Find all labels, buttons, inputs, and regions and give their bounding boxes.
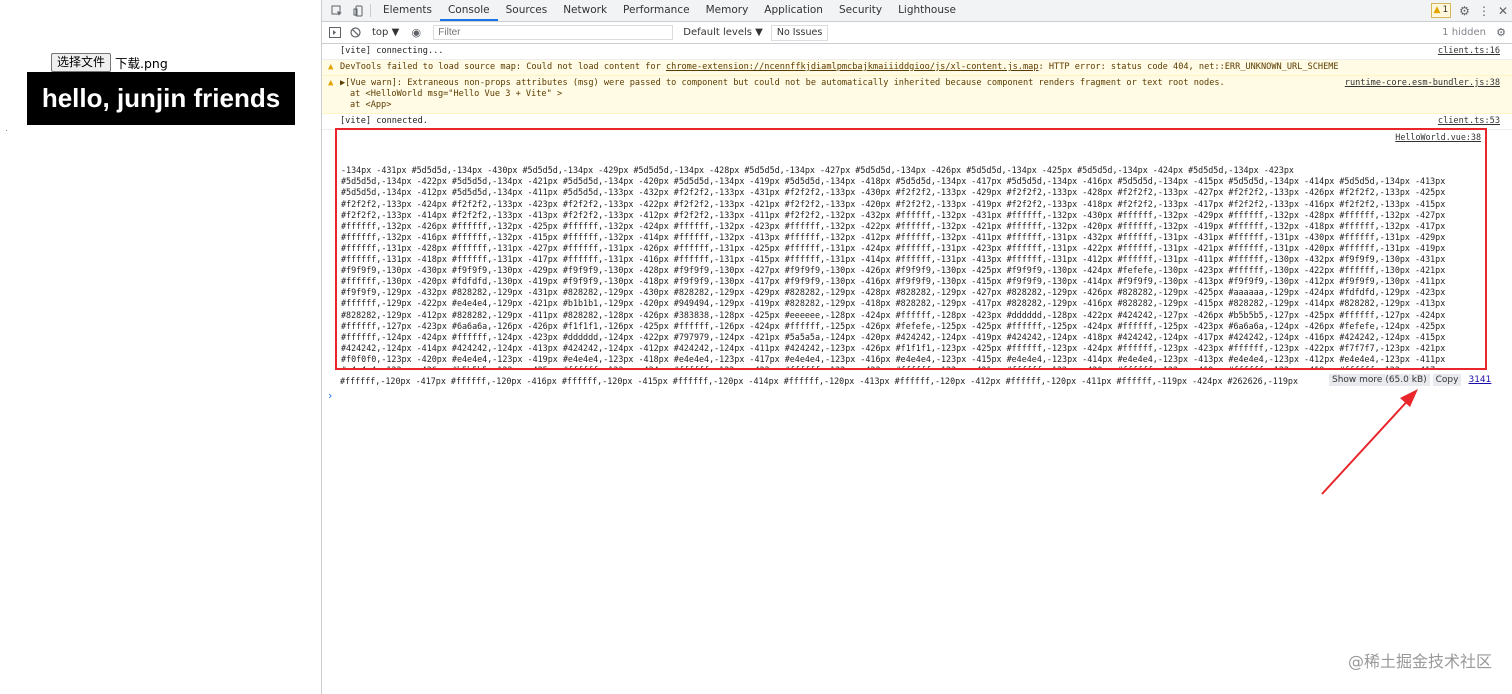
dump-line: #f0f0f0,-123px -420px #e4e4e4,-123px -41… bbox=[341, 353, 1446, 364]
truncation-actions: Show more (65.0 kB) Copy 3141 bbox=[1329, 374, 1491, 386]
dump-line: #ffffff,-132px -426px #ffffff,-132px -42… bbox=[341, 220, 1446, 231]
dump-line: #828282,-129px -412px #828282,-129px -41… bbox=[341, 309, 1446, 320]
dump-line: #ffffff,-131px -418px #ffffff,-131px -41… bbox=[341, 254, 1446, 265]
console-settings-gear-icon[interactable]: ⚙ bbox=[1496, 26, 1506, 39]
dump-line: #ffffff,-132px -416px #ffffff,-132px -41… bbox=[341, 231, 1446, 242]
issues-button[interactable]: No Issues bbox=[770, 24, 829, 41]
hidden-messages-count: 1 hidden bbox=[1442, 27, 1486, 38]
hero-text: hello, junjin friends bbox=[41, 83, 281, 113]
show-more-button[interactable]: Show more (65.0 kB) bbox=[1329, 374, 1430, 386]
tab-console[interactable]: Console bbox=[439, 0, 498, 21]
tab-performance[interactable]: Performance bbox=[615, 0, 698, 21]
dump-line: #f2f2f2,-133px -424px #f2f2f2,-133px -42… bbox=[341, 198, 1446, 209]
source-link[interactable]: client.ts:16 bbox=[1438, 46, 1500, 57]
console-filterbar: top ▼ ◉ Default levels ▼ No Issues 1 hid… bbox=[322, 22, 1512, 44]
console-log-connecting: [vite] connecting... client.ts:16 bbox=[322, 44, 1512, 60]
dump-line: #e4e4e4,-122px -426px #b5b5b5,-122px -42… bbox=[341, 364, 1446, 370]
page-viewport: 选择文件 下载.png hello, junjin friends bbox=[0, 0, 321, 694]
clear-console-icon[interactable] bbox=[348, 26, 362, 40]
devtools-tabbar: Elements Console Sources Network Perform… bbox=[322, 0, 1512, 22]
dump-line: #424242,-124px -414px #424242,-124px -41… bbox=[341, 342, 1446, 353]
warnings-badge[interactable]: ▲ 1 bbox=[1430, 3, 1452, 18]
tab-lighthouse[interactable]: Lighthouse bbox=[890, 0, 964, 21]
tab-elements[interactable]: Elements bbox=[375, 0, 440, 21]
source-link[interactable]: HelloWorld.vue:38 bbox=[1395, 132, 1481, 144]
dump-line: #5d5d5d,-134px -412px #5d5d5d,-134px -41… bbox=[341, 187, 1446, 198]
choose-file-button[interactable]: 选择文件 bbox=[51, 53, 112, 72]
tab-application[interactable]: Application bbox=[756, 0, 831, 21]
hero-banner: hello, junjin friends bbox=[27, 72, 295, 125]
vue-warn-line3: at <App> bbox=[350, 100, 392, 110]
file-picker: 选择文件 下载.png bbox=[51, 53, 168, 72]
inspect-element-icon[interactable] bbox=[330, 4, 344, 18]
context-selector[interactable]: top ▼ bbox=[372, 27, 399, 38]
dump-line: #f9f9f9,-130px -430px #f9f9f9,-130px -42… bbox=[341, 265, 1446, 276]
dump-line: #f2f2f2,-133px -414px #f2f2f2,-133px -41… bbox=[341, 209, 1446, 220]
console-prompt-icon[interactable]: › bbox=[328, 389, 332, 402]
selected-file-name: 下载.png bbox=[115, 56, 168, 71]
tab-sources[interactable]: Sources bbox=[498, 0, 556, 21]
device-toolbar-icon[interactable] bbox=[352, 4, 366, 18]
log-text: [vite] connecting... bbox=[340, 46, 444, 56]
stray-pixel bbox=[6, 130, 7, 131]
dump-lines: -134px -431px #5d5d5d,-134px -430px #5d5… bbox=[341, 165, 1481, 370]
vue-warn-line1: ▶[Vue warn]: Extraneous non-props attrib… bbox=[340, 78, 1225, 88]
close-icon[interactable]: ✕ bbox=[1498, 4, 1508, 18]
tab-memory[interactable]: Memory bbox=[698, 0, 757, 21]
warnings-count: 1 bbox=[1442, 5, 1449, 15]
extension-url-link[interactable]: chrome-extension://ncennffkjdiamlpmcbajk… bbox=[666, 62, 1039, 72]
warning-text-post: : HTTP error: status code 404, net::ERR_… bbox=[1038, 62, 1339, 72]
tab-security[interactable]: Security bbox=[831, 0, 890, 21]
source-link[interactable]: runtime-core.esm-bundler.js:38 bbox=[1345, 78, 1500, 89]
settings-gear-icon[interactable]: ⚙ bbox=[1459, 4, 1470, 18]
filter-input[interactable] bbox=[433, 25, 674, 40]
console-warning-vue[interactable]: ▲ ▶[Vue warn]: Extraneous non-props attr… bbox=[322, 76, 1512, 114]
vue-warn-line2: at <HelloWorld msg="Hello Vue 3 + Vite" … bbox=[350, 89, 563, 99]
dump-line: -134px -431px #5d5d5d,-134px -430px #5d5… bbox=[341, 165, 1294, 176]
dump-line: #ffffff,-130px -420px #fdfdfd,-130px -41… bbox=[341, 276, 1446, 287]
console-messages: [vite] connecting... client.ts:16 ▲ DevT… bbox=[322, 44, 1512, 130]
log-text: [vite] connected. bbox=[340, 116, 428, 126]
sidebar-toggle-icon[interactable] bbox=[328, 26, 342, 40]
tab-separator bbox=[370, 4, 371, 17]
message-count-link[interactable]: 3141 bbox=[1468, 375, 1491, 385]
truncated-output-line: #ffffff,-120px -417px #ffffff,-120px -41… bbox=[340, 376, 1299, 386]
dump-line: #ffffff,-131px -428px #ffffff,-131px -42… bbox=[341, 242, 1446, 253]
live-expression-eye-icon[interactable]: ◉ bbox=[409, 26, 423, 40]
tab-network[interactable]: Network bbox=[555, 0, 615, 21]
warning-icon: ▲ bbox=[1433, 5, 1441, 15]
log-levels-dropdown[interactable]: Default levels ▼ bbox=[683, 27, 763, 38]
dump-line: #5d5d5d,-134px -422px #5d5d5d,-134px -42… bbox=[341, 176, 1446, 187]
dump-line: #ffffff,-127px -423px #6a6a6a,-126px -42… bbox=[341, 320, 1446, 331]
watermark: @稀土掘金技术社区 bbox=[1347, 652, 1492, 671]
source-link[interactable]: client.ts:53 bbox=[1438, 116, 1500, 127]
dump-line: #f9f9f9,-129px -432px #828282,-129px -43… bbox=[341, 287, 1446, 298]
warning-icon: ▲ bbox=[328, 78, 334, 88]
highlighted-box-shadow-output: HelloWorld.vue:38 -134px -431px #5d5d5d,… bbox=[335, 128, 1487, 370]
more-options-icon[interactable]: ⋮ bbox=[1478, 4, 1490, 18]
copy-button[interactable]: Copy bbox=[1432, 374, 1462, 386]
tabbar-actions: ▲ 1 ⚙ ⋮ ✕ bbox=[1430, 0, 1508, 21]
dump-line: #ffffff,-124px -424px #ffffff,-124px -42… bbox=[341, 331, 1446, 342]
warning-text-pre: DevTools failed to load source map: Coul… bbox=[340, 62, 666, 72]
red-annotation-arrow bbox=[1321, 389, 1418, 495]
warning-icon: ▲ bbox=[328, 62, 334, 72]
dump-line: #ffffff,-129px -422px #e4e4e4,-129px -42… bbox=[341, 298, 1446, 309]
console-warning-sourcemap: ▲ DevTools failed to load source map: Co… bbox=[322, 60, 1512, 76]
